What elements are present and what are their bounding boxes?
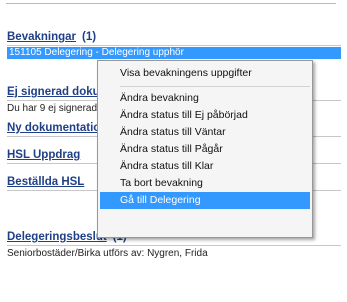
delegeringsbeslut-text: Seniorbostäder/Birka utförs av: Nygren, … xyxy=(7,248,208,259)
menu-item-status-pagar[interactable]: Ändra status till Pågår xyxy=(98,141,312,158)
menu-separator xyxy=(120,86,310,87)
menu-item-visa-bevakningens-uppgifter[interactable]: Visa bevakningens uppgifter xyxy=(98,63,312,83)
bevakningar-title: Bevakningar xyxy=(7,31,77,43)
menu-item-andra-bevakning[interactable]: Ändra bevakning xyxy=(98,90,312,107)
overview-panel: Bevakningar (1) 151105 Delegering - Deleg… xyxy=(0,0,347,302)
bevakning-row-selected[interactable]: 151105 Delegering - Delegering upphör xyxy=(7,47,341,59)
delegeringsbeslut-title: Delegeringsbeslut xyxy=(7,231,107,243)
bevakningar-count: (1) xyxy=(82,31,97,43)
menu-item-ta-bort-bevakning[interactable]: Ta bort bevakning xyxy=(98,175,312,192)
bevakningar-link[interactable]: Bevakningar (1) xyxy=(7,30,341,44)
menu-item-status-vantar[interactable]: Ändra status till Väntar xyxy=(98,124,312,141)
menu-item-status-klar[interactable]: Ändra status till Klar xyxy=(98,158,312,175)
section-bevakningar: Bevakningar (1) 151105 Delegering - Deleg… xyxy=(7,30,341,59)
context-menu: Visa bevakningens uppgifter Ändra bevakn… xyxy=(97,60,313,238)
section-divider xyxy=(7,45,341,46)
menu-item-ga-till-delegering[interactable]: Gå till Delegering xyxy=(100,192,310,209)
menu-item-status-ej-paborjad[interactable]: Ändra status till Ej påbörjad xyxy=(98,107,312,124)
section-divider xyxy=(7,245,341,246)
previous-section-edge xyxy=(6,0,336,4)
